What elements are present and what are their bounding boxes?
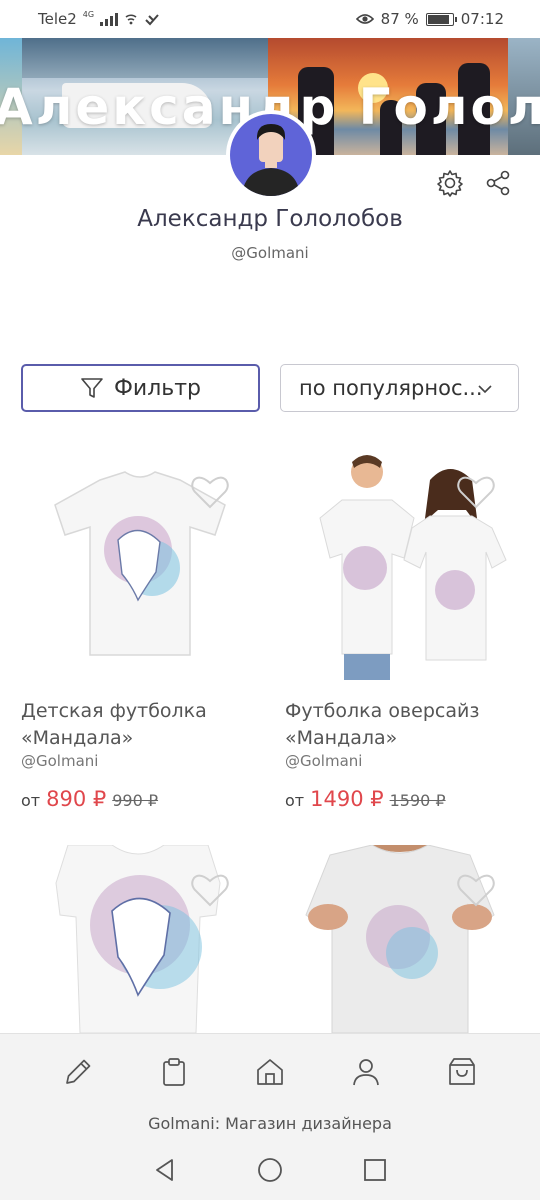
clipboard-icon [163,1057,185,1086]
favorite-heart-icon[interactable] [456,474,496,510]
status-bar: Tele2 4G 87 % 07:12 [0,0,540,38]
nav-cart[interactable] [437,1047,487,1097]
sort-label: по популярнос... [299,376,483,400]
filter-button[interactable]: Фильтр [21,364,260,412]
filter-icon [81,378,103,398]
person-icon [242,124,300,196]
filter-label: Фильтр [113,375,202,401]
profile-handle[interactable]: @Golmani [0,244,540,262]
chevron-down-icon [478,385,492,394]
price-prefix: от [21,791,41,810]
eye-icon [355,14,374,24]
share-button[interactable] [480,165,516,201]
bag-icon [449,1057,475,1085]
favorite-heart-icon[interactable] [456,872,496,908]
nav-orders[interactable] [149,1047,199,1097]
nav-edit[interactable] [53,1047,103,1097]
carrier-name: Tele2 [38,10,77,28]
battery-percent: 87 % [380,10,419,28]
network-type: 4G [82,9,95,19]
wifi-icon [125,14,137,25]
battery-icon [425,12,457,26]
nav-profile[interactable] [341,1047,391,1097]
sort-select[interactable]: по популярнос... [280,364,519,412]
nav-home[interactable] [245,1047,295,1097]
price-prefix: от [285,791,305,810]
product-price: от 1490 ₽ 1590 ₽ [285,787,446,811]
product-author: @Golmani [21,752,99,770]
user-icon [353,1058,379,1085]
avatar[interactable] [226,110,316,200]
back-icon[interactable] [152,1157,178,1183]
signal-icon [100,12,119,26]
home-icon [257,1058,283,1085]
shop-caption: Golmani: Магазин дизайнера [0,1109,540,1139]
product-title[interactable]: Футболка оверсайз «Мандала» [285,698,535,752]
recents-icon[interactable] [362,1157,388,1183]
pencil-icon [66,1059,91,1084]
product-title[interactable]: Детская футболка «Мандала» [21,698,271,752]
price-old: 990 ₽ [112,791,159,810]
price-old: 1590 ₽ [389,791,446,810]
share-icon [486,170,510,196]
favorite-heart-icon[interactable] [190,872,230,908]
bottom-navigation [0,1033,540,1109]
system-navigation [0,1139,540,1200]
data-saver-icon [145,14,159,26]
product-author: @Golmani [285,752,363,770]
settings-button[interactable] [432,165,468,201]
home-circle-icon[interactable] [256,1156,284,1184]
profile-name: Александр Гололобов [137,206,403,232]
favorite-heart-icon[interactable] [190,474,230,510]
price-current: 890 ₽ [46,787,107,811]
price-current: 1490 ₽ [310,787,384,811]
clock: 07:12 [460,10,504,28]
gear-icon [437,170,463,197]
product-price: от 890 ₽ 990 ₽ [21,787,158,811]
